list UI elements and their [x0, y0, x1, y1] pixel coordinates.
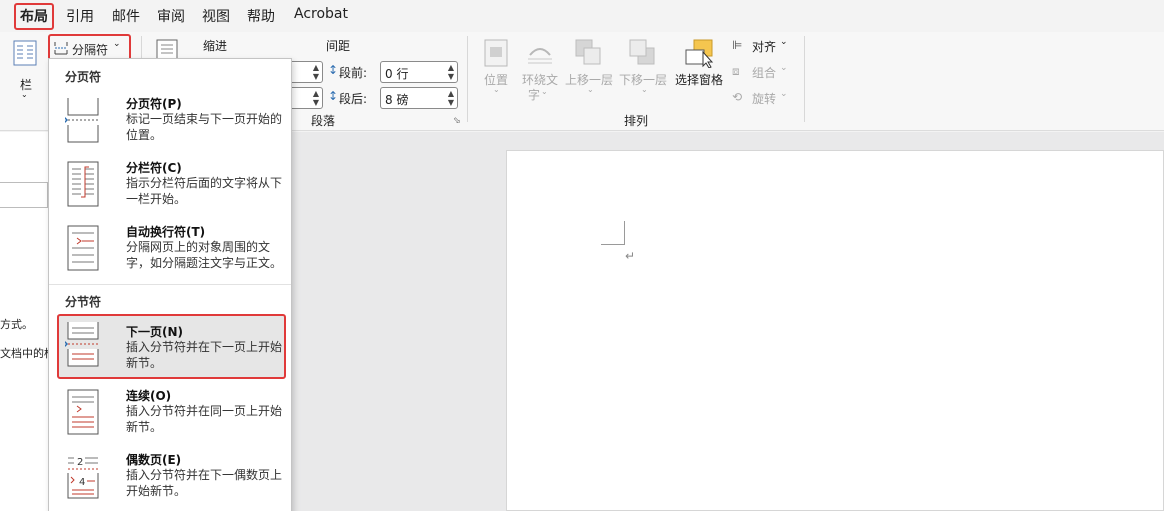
columns-button[interactable]: 栏 ⌄	[10, 38, 40, 100]
spinner-arrows-icon[interactable]: ▲ ▼	[313, 89, 319, 107]
group-separator	[467, 36, 468, 122]
svg-text:4: 4	[79, 477, 85, 488]
navigation-pane: 方式。 文档中的标	[0, 132, 55, 511]
position-icon	[484, 39, 508, 67]
rotate-button[interactable]: 旋转	[752, 90, 776, 107]
columns-icon	[13, 40, 37, 66]
menu-item-desc: 指示分栏符后面的文字将从下一栏开始。	[126, 176, 283, 206]
menu-item-continuous[interactable]: 连续(O) 插入分节符并在同一页上开始新节。	[57, 385, 285, 447]
tab-help[interactable]: 帮助	[247, 6, 275, 26]
menu-item-desc: 标记一页结束与下一页开始的位置。	[126, 112, 283, 142]
menu-item-title: 自动换行符(T)	[126, 225, 206, 239]
menu-item-title: 分栏符(C)	[126, 161, 182, 175]
page-breaks-header: 分页符	[65, 70, 102, 84]
selection-pane-icon	[685, 39, 714, 68]
wrap-text-icon	[528, 48, 552, 64]
menu-divider	[49, 284, 291, 285]
group-button[interactable]: 组合	[752, 64, 776, 81]
nav-text: 文档中的标	[0, 347, 55, 360]
rotate-icon: ⟲	[732, 90, 743, 104]
highlight-next-page	[57, 314, 286, 379]
tab-acrobat[interactable]: Acrobat	[294, 6, 348, 22]
paragraph-group-label: 段落	[311, 114, 336, 128]
send-backward-icon	[629, 39, 655, 65]
margin-corner-mark	[601, 221, 625, 245]
spinner-arrows-icon[interactable]: ▲ ▼	[448, 63, 454, 81]
dialog-launcher-icon[interactable]: ⬂	[453, 116, 461, 126]
chevron-down-icon: ⌄	[493, 85, 500, 94]
bring-forward-icon	[575, 39, 601, 65]
space-before-value: 0 行	[385, 67, 409, 81]
space-before-input[interactable]: 0 行 ▲ ▼	[380, 61, 458, 83]
arrange-group-label: 排列	[624, 114, 649, 128]
menu-item-title: 分页符(P)	[126, 97, 182, 111]
ribbon-tabs: 布局 引用 邮件 审阅 视图 帮助 Acrobat	[0, 0, 1164, 32]
search-box[interactable]	[0, 182, 48, 208]
group-separator	[804, 36, 805, 122]
align-button[interactable]: 对齐	[752, 38, 776, 55]
nav-text: 方式。	[0, 318, 33, 331]
chevron-down-icon: ⌄	[587, 85, 594, 94]
menu-item-title: 连续(O)	[126, 389, 172, 403]
section-breaks-header: 分节符	[65, 295, 102, 309]
space-before-label: 段前:	[339, 66, 368, 80]
wrap-text-label-2: 字	[528, 88, 541, 102]
tab-view[interactable]: 视图	[202, 6, 230, 26]
column-break-icon	[67, 161, 99, 207]
indent-label: 缩进	[203, 39, 228, 53]
tab-references[interactable]: 引用	[66, 6, 94, 26]
menu-item-page-break[interactable]: 分页符(P) 标记一页结束与下一页开始的位置。	[57, 93, 285, 155]
even-page-break-icon: 2 4	[67, 457, 99, 499]
selection-pane-label[interactable]: 选择窗格	[675, 71, 723, 88]
spinner-arrows-icon[interactable]: ▲ ▼	[448, 89, 454, 107]
menu-item-desc: 插入分节符并在下一偶数页上开始新节。	[126, 468, 283, 498]
document-page[interactable]: ↵	[506, 150, 1164, 511]
chevron-down-icon: ⌄	[21, 90, 28, 99]
svg-text:2: 2	[77, 457, 83, 468]
spacing-label: 间距	[326, 39, 351, 53]
menu-item-text-wrapping-break[interactable]: 自动换行符(T) 分隔网页上的对象周围的文字，如分隔题注文字与正文。	[57, 221, 285, 283]
menu-item-column-break[interactable]: 分栏符(C) 指示分栏符后面的文字将从下一栏开始。	[57, 157, 285, 219]
menu-item-even-page[interactable]: 2 4 偶数页(E) 插入分节符并在下一偶数页上开始新节。	[57, 449, 285, 511]
space-after-label: 段后:	[339, 92, 368, 106]
space-before-icon: ↕	[328, 63, 339, 77]
menu-item-desc: 插入分节符并在同一页上开始新节。	[126, 404, 283, 434]
chevron-down-icon: ⌄	[780, 37, 788, 47]
chevron-down-icon: ⌄	[641, 85, 648, 94]
group-icon: ⧈	[732, 64, 740, 78]
tab-mailings[interactable]: 邮件	[112, 6, 140, 26]
continuous-break-icon	[67, 389, 99, 435]
space-after-value: 8 磅	[385, 93, 409, 107]
align-icon: ⊫	[732, 38, 743, 52]
spinner-arrows-icon[interactable]: ▲ ▼	[313, 63, 319, 81]
highlight-tab-layout	[14, 3, 54, 30]
paragraph-mark: ↵	[625, 249, 636, 263]
tab-review[interactable]: 审阅	[157, 6, 185, 26]
text-wrapping-break-icon	[67, 225, 99, 271]
chevron-down-icon: ⌄	[541, 87, 548, 96]
menu-item-title: 偶数页(E)	[126, 453, 182, 467]
chevron-down-icon: ⌄	[780, 63, 788, 73]
chevron-down-icon: ⌄	[780, 89, 788, 99]
menu-item-desc: 分隔网页上的对象周围的文字，如分隔题注文字与正文。	[126, 240, 283, 270]
space-after-input[interactable]: 8 磅 ▲ ▼	[380, 87, 458, 109]
breaks-dropdown-menu: 分页符 分页符(P) 标记一页结束与下一页开始的位置。 分栏符(C) 指示分栏符…	[48, 58, 292, 511]
page-break-icon	[65, 98, 99, 143]
space-after-icon: ↕	[328, 89, 339, 103]
